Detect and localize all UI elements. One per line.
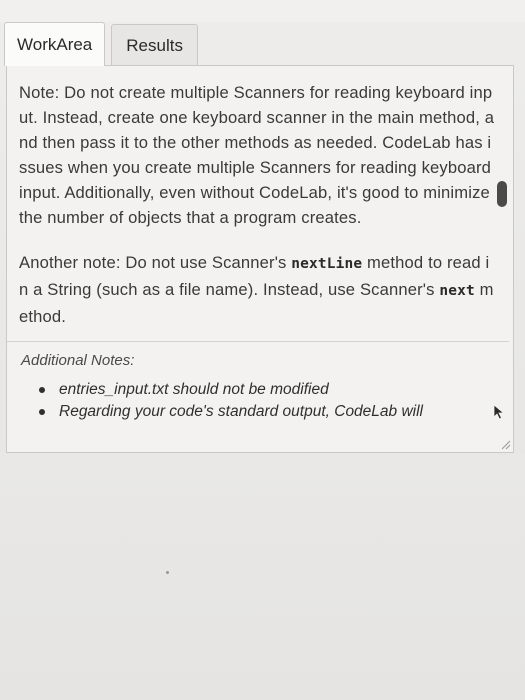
- bullet-icon: [39, 409, 45, 415]
- empty-lower-area: [0, 453, 525, 700]
- scrollbar-thumb[interactable]: [497, 181, 507, 207]
- list-item: Regarding your code's standard output, C…: [39, 401, 497, 423]
- additional-notes-heading: Additional Notes:: [21, 352, 135, 369]
- note-paragraph: Note: Do not create multiple Scanners fo…: [19, 83, 495, 227]
- list-item: entries_input.txt should not be modified: [39, 379, 497, 401]
- tab-results[interactable]: Results: [111, 24, 198, 66]
- window-top-strip: [0, 0, 525, 22]
- bullet-icon: [39, 387, 45, 393]
- mouse-cursor-icon: [493, 404, 505, 420]
- note-item-text: Regarding your code's standard output, C…: [59, 403, 423, 420]
- speck-mark: [166, 571, 169, 574]
- resize-grip-icon[interactable]: [499, 438, 511, 450]
- instructions-content: Note: Do not create multiple Scanners fo…: [7, 80, 509, 423]
- another-note-text-1: Another note: Do not use Scanner's: [19, 253, 292, 272]
- screen: WorkArea Results Note: Do not create mul…: [0, 0, 525, 700]
- additional-notes-list: entries_input.txt should not be modified…: [19, 379, 497, 423]
- another-note-paragraph: Another note: Do not use Scanner's nextL…: [19, 250, 497, 329]
- tab-bar: WorkArea Results: [4, 22, 198, 66]
- code-nextline: nextLine: [291, 256, 363, 272]
- tab-workarea[interactable]: WorkArea: [4, 22, 106, 66]
- code-next: next: [439, 283, 475, 299]
- instructions-panel: Note: Do not create multiple Scanners fo…: [6, 65, 514, 453]
- note-item-text: entries_input.txt should not be modified: [59, 381, 329, 398]
- section-divider: [7, 341, 509, 342]
